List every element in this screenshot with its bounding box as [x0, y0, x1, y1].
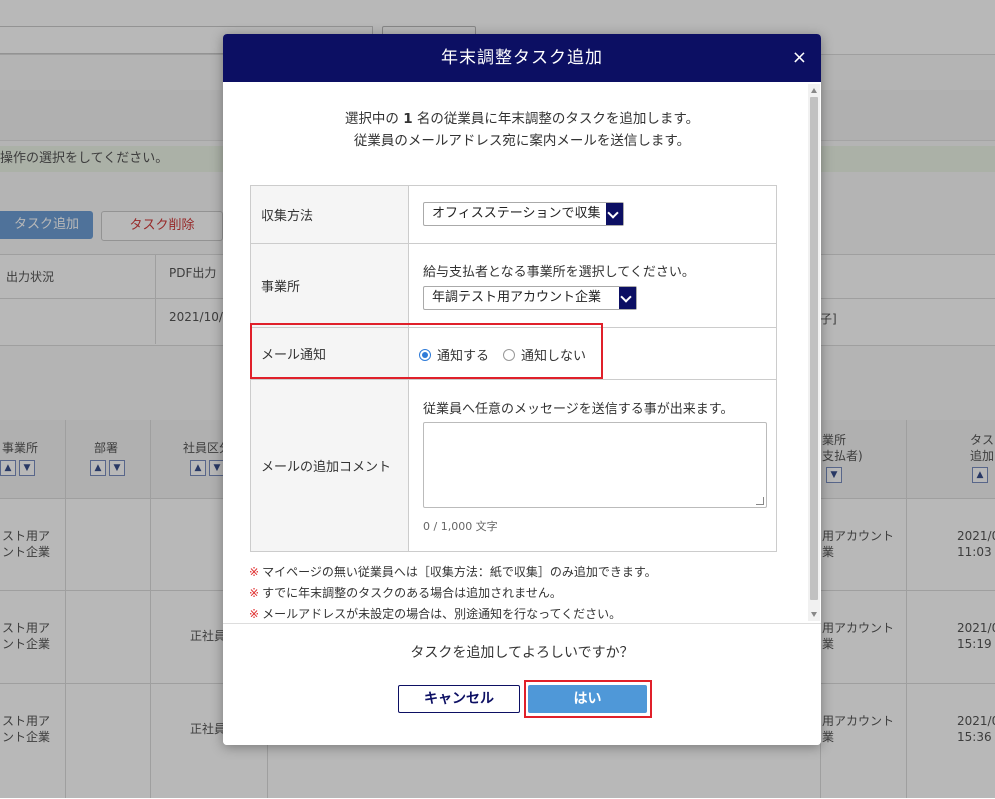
- ok-button-highlight: [524, 680, 652, 718]
- note-item: ※ すでに年末調整のタスクのある場合は追加されません。: [249, 586, 562, 600]
- collection-method-value: オフィスステーションで収集: [432, 206, 601, 221]
- intro-line-2: 従業員のメールアドレス宛に案内メールを送信します。: [353, 133, 691, 149]
- collection-method-label: 収集方法: [251, 186, 409, 243]
- scroll-thumb[interactable]: [810, 97, 818, 600]
- collection-method-select[interactable]: オフィスステーションで収集: [423, 202, 624, 226]
- chevron-down-icon[interactable]: [606, 203, 623, 225]
- chevron-down-icon[interactable]: [619, 287, 636, 309]
- dialog-title: 年末調整タスク追加: [441, 48, 603, 68]
- intro-line-1: 選択中の 1 名の従業員に年末調整のタスクを追加します。: [344, 111, 700, 127]
- scroll-up-icon[interactable]: [811, 88, 817, 93]
- dialog-body: 選択中の 1 名の従業員に年末調整のタスクを追加します。 従業員のメールアドレス…: [223, 82, 821, 623]
- dialog-intro: 選択中の 1 名の従業員に年末調整のタスクを追加します。 従業員のメールアドレス…: [223, 108, 821, 152]
- office-select[interactable]: 年調テスト用アカウント企業: [423, 286, 637, 310]
- mail-notification-highlight: [250, 323, 603, 379]
- office-value: 年調テスト用アカウント企業: [432, 290, 602, 305]
- comment-hint: 従業員へ任意のメッセージを送信する事が出来ます。: [423, 402, 734, 417]
- close-icon[interactable]: ×: [792, 34, 807, 82]
- dialog-footer: タスクを追加してよろしいですか？ キャンセル はい: [223, 623, 821, 745]
- selected-count: 1: [403, 111, 413, 127]
- scroll-down-icon[interactable]: [811, 612, 817, 617]
- comment-textarea[interactable]: [423, 422, 767, 508]
- add-task-dialog: 年末調整タスク追加 × 選択中の 1 名の従業員に年末調整のタスクを追加します。…: [223, 34, 821, 745]
- form-row-collection: 収集方法 オフィスステーションで収集: [251, 186, 776, 244]
- note-item: ※ メールアドレスが未設定の場合は、別途通知を行なってください。: [249, 607, 622, 621]
- comment-label: メールの追加コメント: [251, 380, 409, 551]
- dialog-notes: ※ マイページの無い従業員へは［収集方法：紙で収集］のみ追加できます。 ※ すでに年…: [249, 562, 799, 623]
- confirm-message: タスクを追加してよろしいですか？: [410, 645, 634, 661]
- character-counter: 0 / 1,000 文字: [423, 520, 498, 533]
- note-item: ※ マイページの無い従業員へは［収集方法：紙で収集］のみ追加できます。: [249, 565, 657, 579]
- form-row-comment: メールの追加コメント 従業員へ任意のメッセージを送信する事が出来ます。 0 / …: [251, 380, 776, 551]
- form-row-office: 事業所 給与支払者となる事業所を選択してください。 年調テスト用アカウント企業: [251, 244, 776, 328]
- cancel-button[interactable]: キャンセル: [398, 685, 520, 713]
- dialog-header: 年末調整タスク追加 ×: [223, 34, 821, 82]
- office-hint: 給与支払者となる事業所を選択してください。: [423, 265, 695, 280]
- dialog-scrollbar[interactable]: [808, 84, 820, 621]
- resize-grip-icon[interactable]: [756, 497, 764, 505]
- office-label: 事業所: [251, 244, 409, 327]
